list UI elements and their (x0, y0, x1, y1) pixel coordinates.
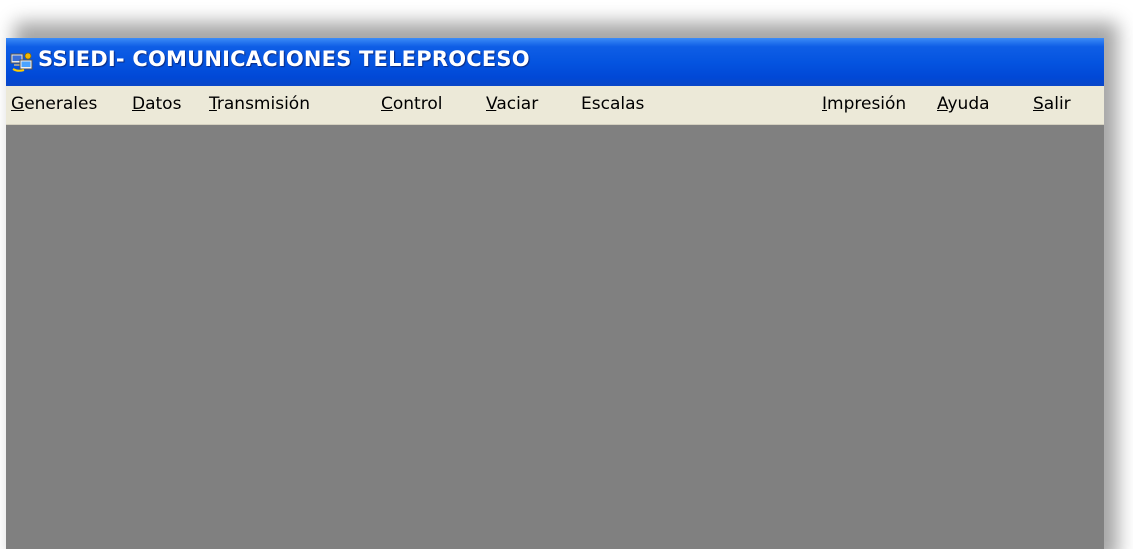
menu-mnemonic: S (1033, 94, 1044, 114)
app-window: SSIEDI- COMUNICACIONES TELEPROCESO Gener… (6, 38, 1104, 549)
menu-label: enerales (24, 94, 98, 114)
menu-transmision[interactable]: Transmisión (209, 94, 310, 114)
menu-mnemonic: D (132, 94, 146, 114)
menu-label: ransmisión (216, 94, 310, 114)
menu-label: alir (1043, 94, 1071, 114)
menu-generales[interactable]: Generales (11, 94, 97, 114)
menu-label: ontrol (392, 94, 443, 114)
screenshot-stage: SSIEDI- COMUNICACIONES TELEPROCESO Gener… (0, 0, 1133, 549)
menu-label: aciar (496, 94, 539, 114)
menu-mnemonic: C (381, 94, 393, 114)
menu-mnemonic: E (581, 94, 592, 114)
menu-salir[interactable]: Salir (1033, 94, 1071, 114)
menu-label: scalas (591, 94, 645, 114)
app-icon[interactable] (10, 51, 34, 73)
menu-impresion[interactable]: Impresión (822, 94, 906, 114)
menu-label: yuda (947, 94, 990, 114)
menu-ayuda[interactable]: Ayuda (937, 94, 990, 114)
menu-label: atos (145, 94, 182, 114)
menu-datos[interactable]: Datos (132, 94, 181, 114)
menu-vaciar[interactable]: Vaciar (486, 94, 538, 114)
menu-escalas[interactable]: Escalas (581, 94, 644, 114)
menu-label: mpresión (827, 94, 907, 114)
menu-mnemonic: T (209, 94, 217, 114)
menu-control[interactable]: Control (381, 94, 442, 114)
title-bar[interactable]: SSIEDI- COMUNICACIONES TELEPROCESO (6, 38, 1104, 86)
menu-mnemonic: G (11, 94, 25, 114)
mdi-client-area[interactable] (6, 125, 1104, 549)
menu-mnemonic: V (486, 94, 497, 114)
menu-bar: Generales Datos Transmisión Control Vaci… (6, 86, 1104, 125)
menu-mnemonic: A (937, 94, 948, 114)
window-title: SSIEDI- COMUNICACIONES TELEPROCESO (38, 47, 530, 71)
